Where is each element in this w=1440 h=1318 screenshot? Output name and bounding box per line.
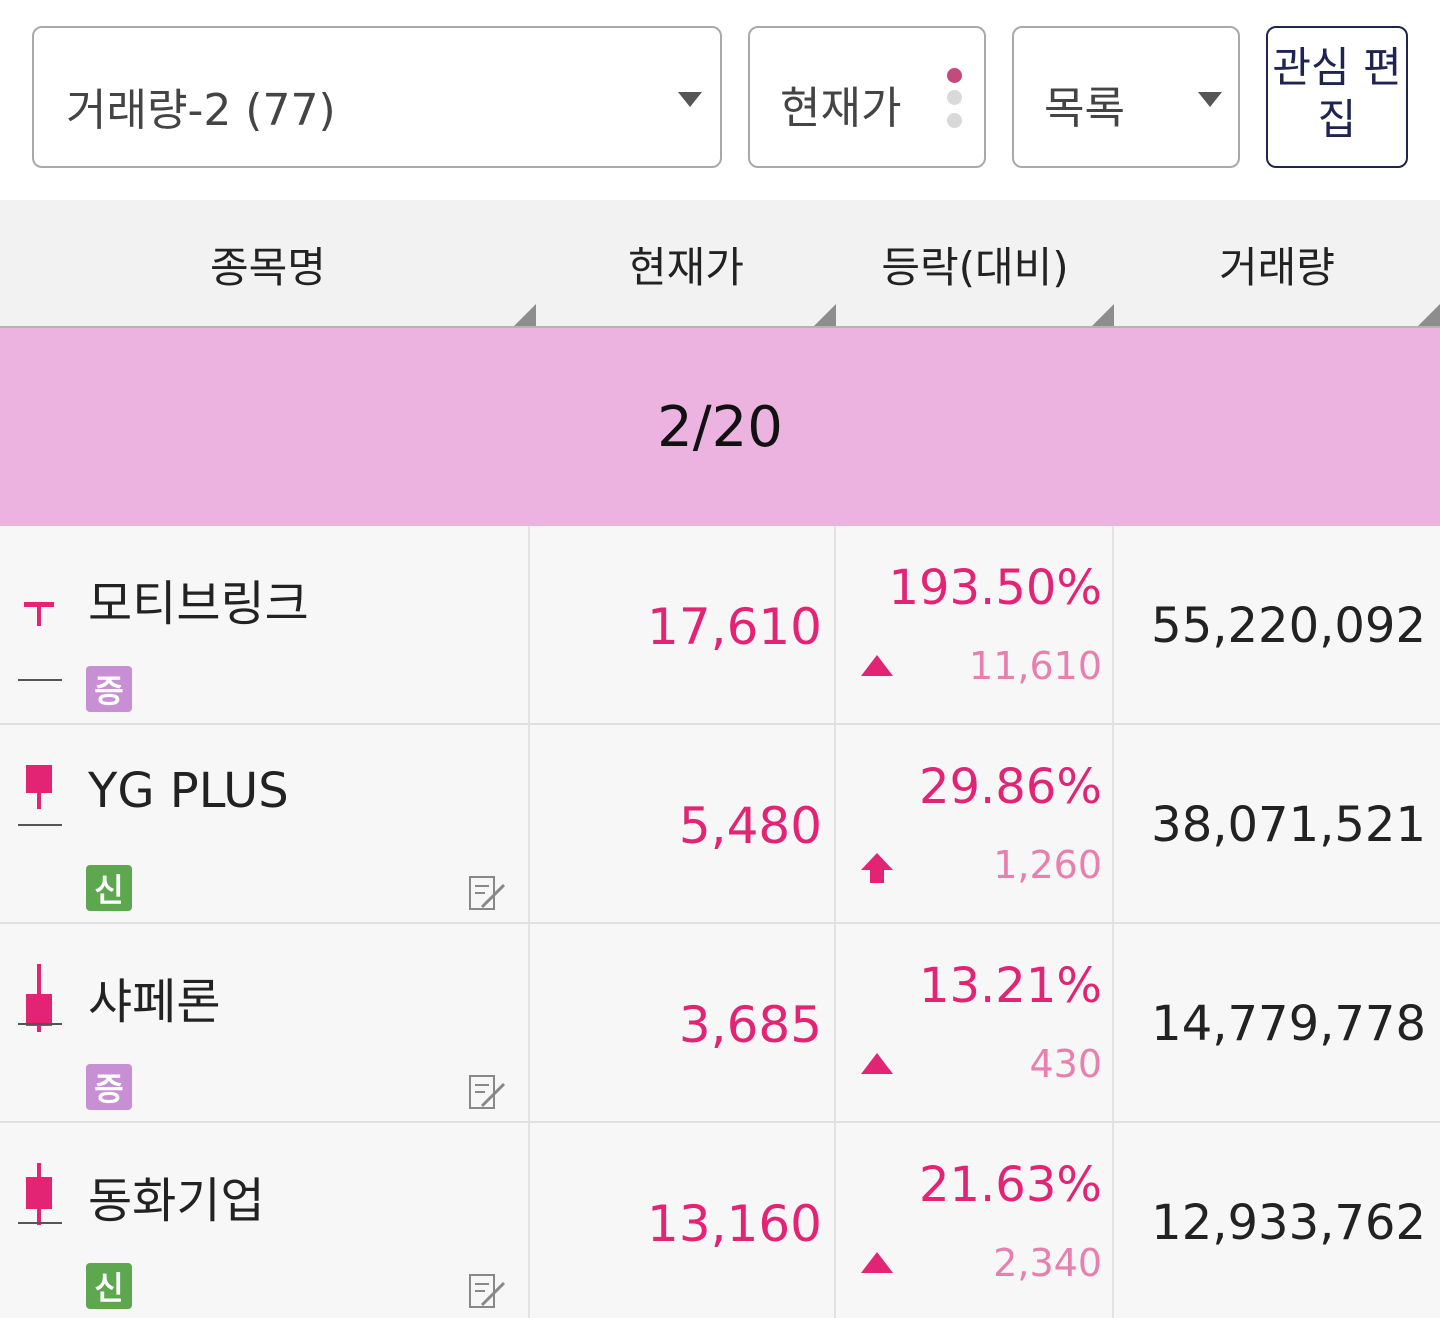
column-header-label: 등락(대비) xyxy=(881,242,1069,292)
page-indicator-dot xyxy=(947,90,962,105)
change-percent: 13.21% xyxy=(918,958,1102,1014)
divider xyxy=(834,1123,836,1318)
price-toggle-button[interactable]: 현재가 xyxy=(748,26,986,168)
toolbar: 거래량-2 (77) 현재가 목록 관심 편집 xyxy=(0,0,1440,200)
memo-icon[interactable] xyxy=(468,1271,508,1311)
column-header-volume[interactable]: 거래량 xyxy=(1114,200,1440,328)
change-amount: 11,610 xyxy=(969,644,1102,688)
divider xyxy=(834,725,836,922)
change-percent: 193.50% xyxy=(888,560,1102,616)
change-percent: 29.86% xyxy=(918,759,1102,815)
change-percent: 21.63% xyxy=(918,1157,1102,1213)
divider xyxy=(834,526,836,723)
view-mode-dropdown[interactable]: 목록 xyxy=(1012,26,1240,168)
stock-row[interactable]: 동화기업 신 13,160 21.63% 2,340 12,933,762 xyxy=(0,1123,1440,1318)
column-header-label: 현재가 xyxy=(628,242,744,292)
current-price: 5,480 xyxy=(678,797,822,855)
edit-watchlist-button[interactable]: 관심 편집 xyxy=(1266,26,1408,168)
sort-corner-icon xyxy=(1418,304,1440,326)
stock-row[interactable]: 샤페론 증 3,685 13.21% 430 14,779,778 xyxy=(0,924,1440,1123)
sort-corner-icon xyxy=(1092,304,1114,326)
volume: 38,071,521 xyxy=(1151,797,1426,853)
column-header-change[interactable]: 등락(대비) xyxy=(836,200,1114,328)
memo-icon[interactable] xyxy=(468,873,508,913)
upper-limit-arrow-icon xyxy=(861,853,893,883)
current-price: 17,610 xyxy=(647,598,822,656)
change-amount: 430 xyxy=(1029,1042,1102,1086)
column-header-row: 종목명 현재가 등락(대비) 거래량 xyxy=(0,200,1440,328)
volume: 12,933,762 xyxy=(1151,1195,1426,1251)
memo-icon[interactable] xyxy=(468,1072,508,1112)
up-triangle-icon xyxy=(861,655,893,676)
group-select-value: 거래량-2 (77) xyxy=(66,85,336,136)
change-amount: 2,340 xyxy=(993,1241,1102,1285)
view-mode-value: 목록 xyxy=(1044,83,1125,134)
edit-watchlist-label: 관심 편집 xyxy=(1272,43,1402,144)
credit-badge: 신 xyxy=(86,1263,132,1309)
chevron-down-icon xyxy=(678,92,702,107)
price-toggle-label: 현재가 xyxy=(780,83,902,134)
margin-badge: 증 xyxy=(86,666,132,712)
credit-badge: 신 xyxy=(86,865,132,911)
column-header-label: 거래량 xyxy=(1219,242,1335,292)
change-amount: 1,260 xyxy=(993,843,1102,887)
candlestick-icon xyxy=(18,1163,62,1225)
page-indicator-dot-active xyxy=(947,68,962,83)
stock-row[interactable]: YG PLUS 신 5,480 29.86% 1,260 38,071,521 xyxy=(0,725,1440,924)
column-header-price[interactable]: 현재가 xyxy=(536,200,836,328)
page-indicator-dot xyxy=(947,113,962,128)
sort-corner-icon xyxy=(514,304,536,326)
candlestick-icon xyxy=(18,765,62,826)
chevron-down-icon xyxy=(1198,92,1222,107)
stock-name: 샤페론 xyxy=(88,974,221,1030)
volume: 55,220,092 xyxy=(1151,598,1426,654)
stock-row[interactable]: 모티브링크 증 17,610 193.50% 11,610 55,220,092 xyxy=(0,526,1440,725)
up-triangle-icon xyxy=(861,1053,893,1074)
stock-name: YG PLUS xyxy=(88,763,289,819)
date-banner: 2/20 xyxy=(0,328,1440,526)
stock-name: 동화기업 xyxy=(88,1173,265,1229)
divider xyxy=(834,924,836,1121)
stock-name: 모티브링크 xyxy=(88,576,309,632)
current-price: 3,685 xyxy=(678,996,822,1054)
candlestick-icon xyxy=(18,602,62,681)
candlestick-icon xyxy=(18,964,62,1032)
date-banner-label: 2/20 xyxy=(657,394,783,460)
volume: 14,779,778 xyxy=(1151,996,1426,1052)
up-triangle-icon xyxy=(861,1252,893,1273)
current-price: 13,160 xyxy=(647,1195,822,1253)
column-header-label: 종목명 xyxy=(210,242,326,292)
margin-badge: 증 xyxy=(86,1064,132,1110)
column-header-name[interactable]: 종목명 xyxy=(0,200,536,328)
group-select-dropdown[interactable]: 거래량-2 (77) xyxy=(32,26,722,168)
sort-corner-icon xyxy=(814,304,836,326)
